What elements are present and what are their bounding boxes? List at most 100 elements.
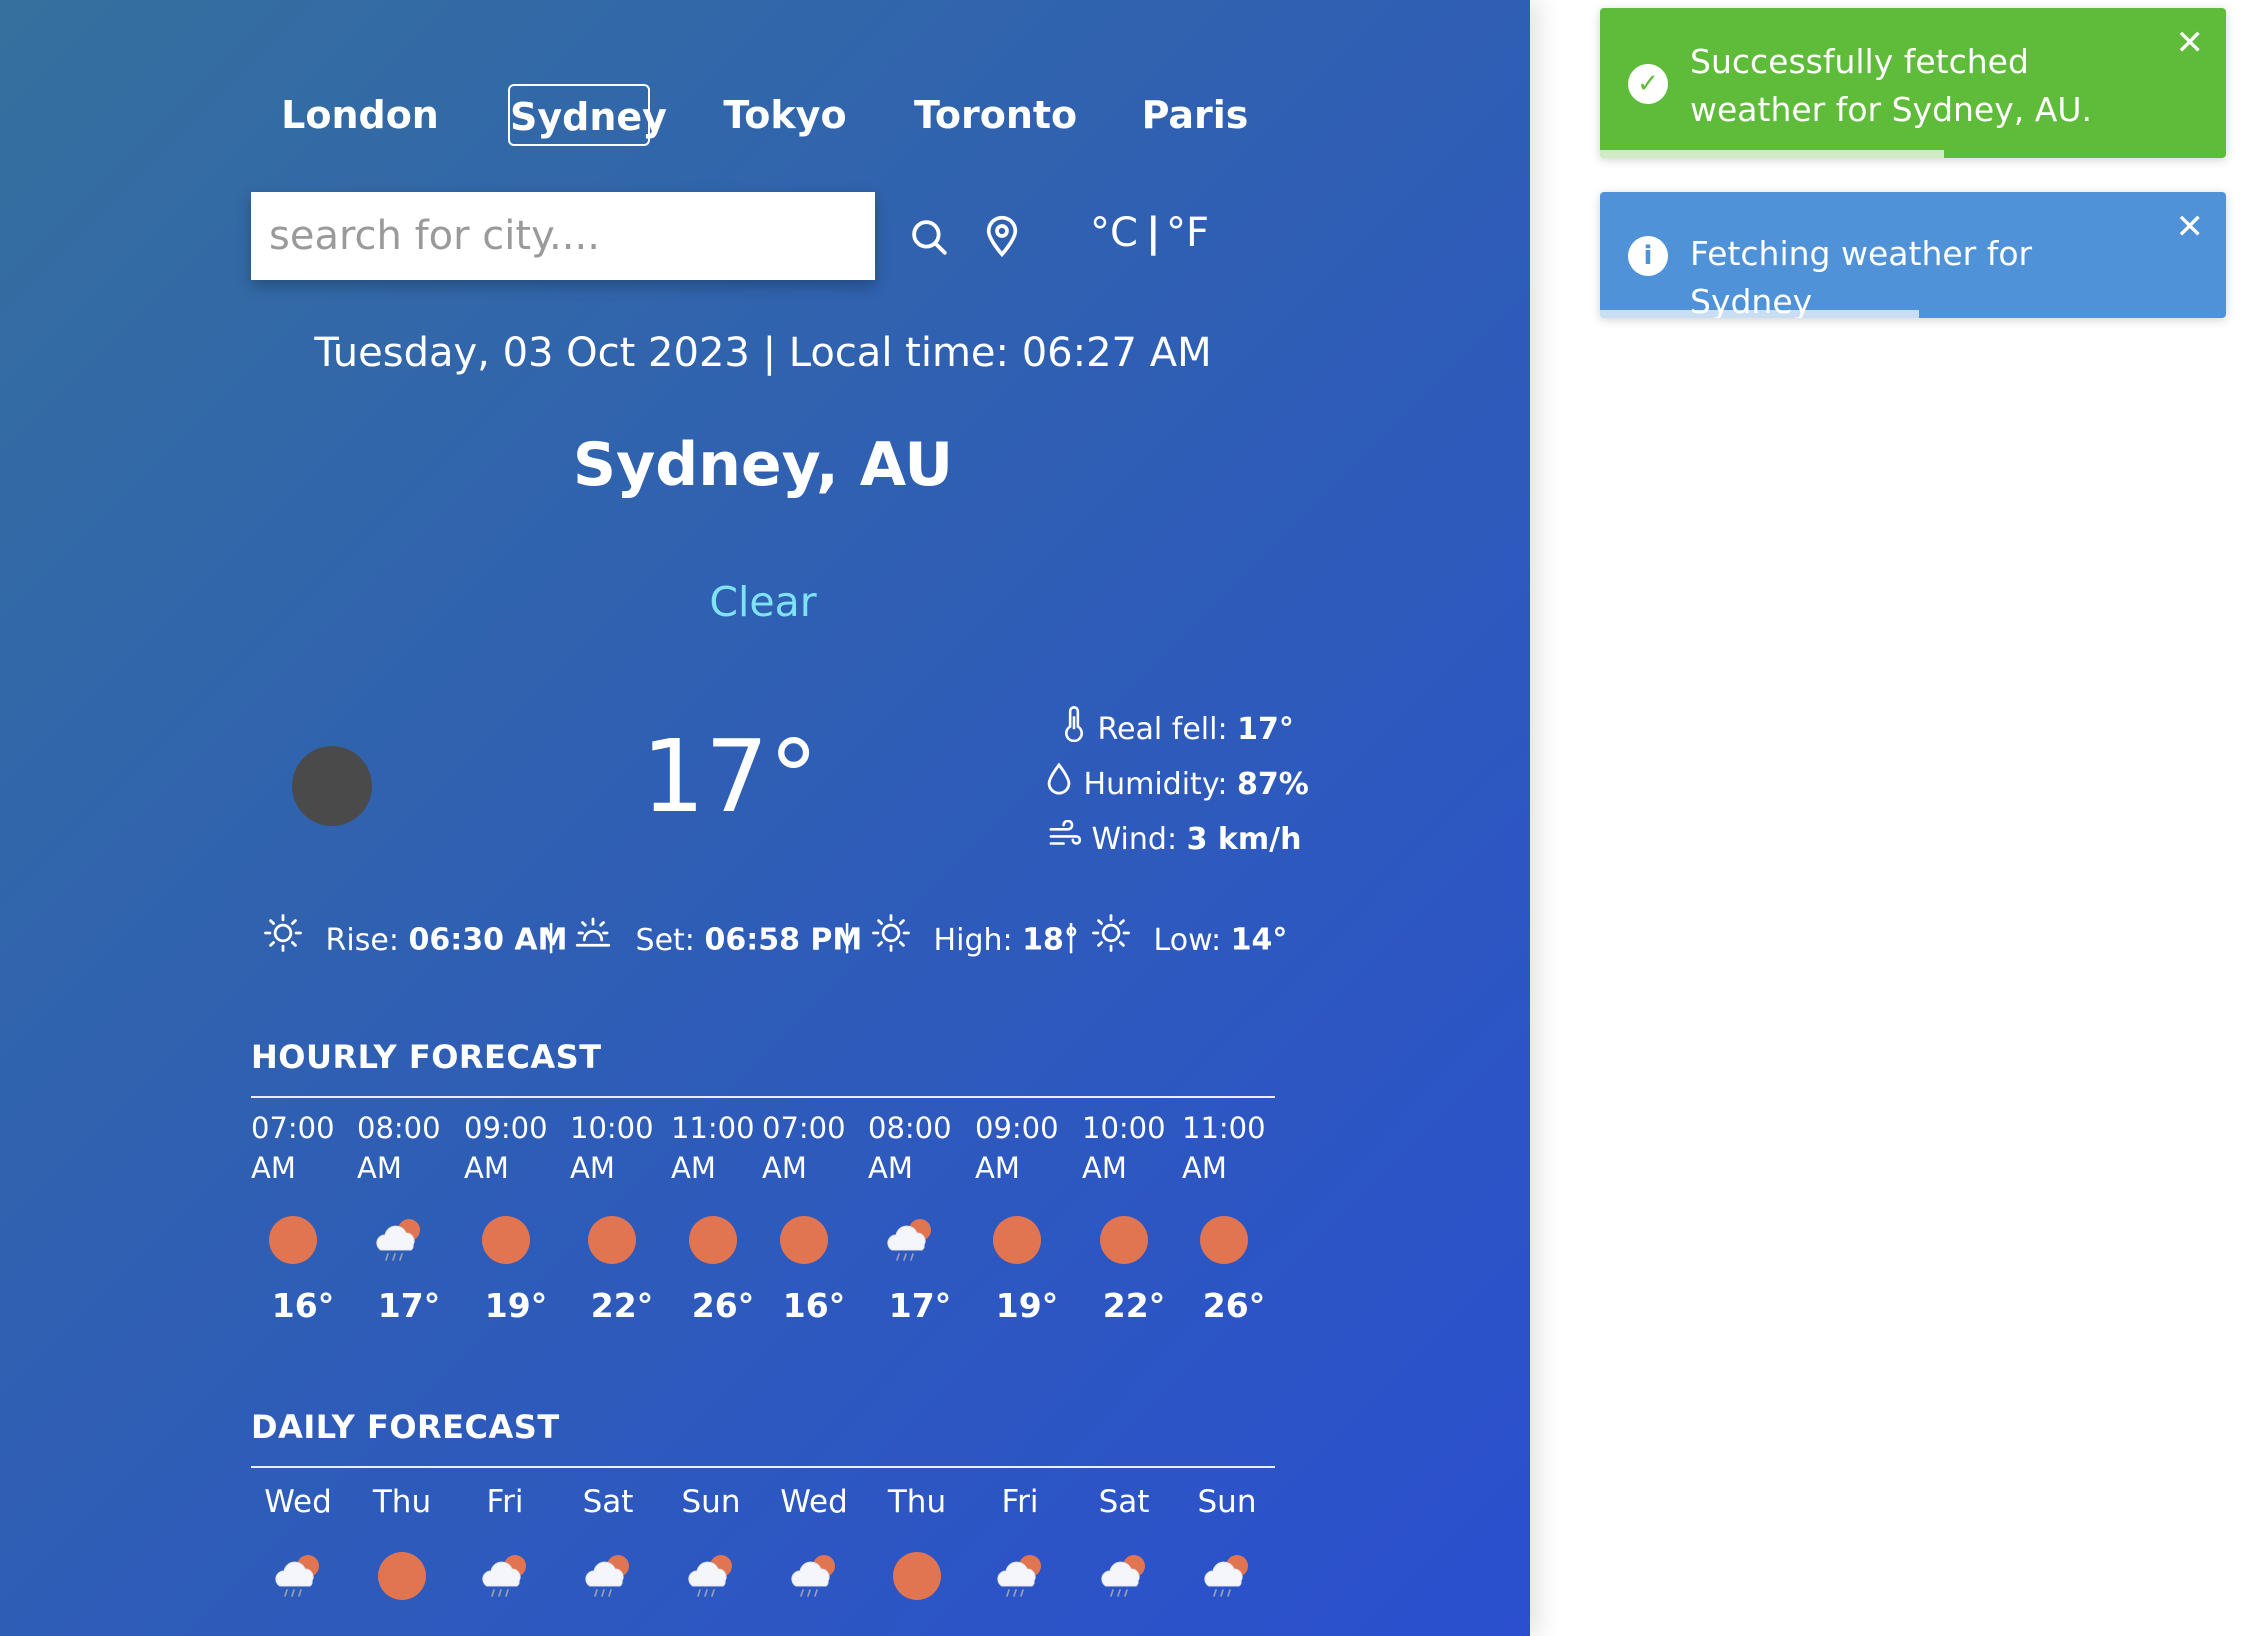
daily-forecast-item: Sun [663, 1484, 759, 1606]
hourly-forecast-title: HOURLY FORECAST [251, 1038, 602, 1076]
hourly-forecast-item: 09:00 AM 19° [464, 1108, 560, 1325]
city-link-tokyo[interactable]: Tokyo [722, 84, 848, 146]
cloud-rain-sun-icon [990, 1546, 1050, 1606]
sun-separator: | [842, 919, 853, 954]
current-weather-icon [292, 746, 372, 826]
hour-ampm: AM [868, 1151, 913, 1185]
humidity-value: 87% [1237, 767, 1309, 802]
sun-icon [1094, 1210, 1154, 1270]
toast-message: Successfully fetched weather for Sydney,… [1690, 42, 2092, 129]
hour-temp: 19° [995, 1286, 1059, 1325]
hour-time: 07:00 [251, 1111, 335, 1145]
sun-icon [263, 1210, 323, 1270]
location-title: Sydney, AU [572, 430, 954, 500]
day-label: Sun [1197, 1484, 1257, 1520]
close-icon[interactable]: ✕ [2176, 210, 2205, 244]
daily-forecast-item: Wed [250, 1484, 346, 1606]
sun-icon [372, 1546, 432, 1606]
city-link-paris[interactable]: Paris [1140, 84, 1250, 146]
cloud-rain-sun-icon [1197, 1546, 1257, 1606]
cloud-rain-sun-icon [369, 1210, 429, 1270]
low-item: Low: 14° [1090, 912, 1287, 962]
search-input[interactable] [251, 192, 875, 280]
sun-icon [887, 1546, 947, 1606]
weather-app: London Sydney Tokyo Toronto Paris °C | °… [0, 0, 1530, 1636]
info-circle-icon: i [1628, 236, 1668, 276]
day-label: Sat [582, 1484, 634, 1520]
hour-ampm: AM [671, 1151, 716, 1185]
city-link-sydney[interactable]: Sydney [508, 84, 667, 146]
sun-icon [774, 1210, 834, 1270]
check-circle-icon: ✓ [1628, 64, 1668, 104]
search-icon[interactable] [908, 216, 950, 258]
thermometer-icon [1060, 706, 1088, 755]
hour-label: 11:00 AM [1182, 1108, 1278, 1188]
hour-time: 08:00 [868, 1111, 952, 1145]
high-item: High: 18° [870, 912, 1079, 962]
hourly-divider [251, 1096, 1275, 1098]
hourly-forecast-item: 11:00 AM 26° [671, 1108, 767, 1325]
hour-time: 10:00 [570, 1111, 654, 1145]
day-label: Fri [486, 1484, 524, 1520]
day-label: Fri [1001, 1484, 1039, 1520]
sun-separator: | [546, 919, 557, 954]
cloud-rain-sun-icon [268, 1546, 328, 1606]
city-link-toronto[interactable]: Toronto [914, 84, 1077, 146]
weather-condition: Clear [709, 578, 817, 626]
hour-temp: 17° [888, 1286, 952, 1325]
city-link-london[interactable]: London [280, 84, 440, 146]
low-value: 14° [1230, 922, 1288, 958]
hour-ampm: AM [975, 1151, 1020, 1185]
hour-temp: 26° [1202, 1286, 1266, 1325]
sun-icon [987, 1210, 1047, 1270]
sun-icon [1090, 912, 1132, 970]
high-label: High: [933, 922, 1023, 958]
sunset-item: Set: 06:58 PM [572, 912, 862, 962]
location-pin-icon[interactable] [982, 214, 1022, 258]
cloud-rain-sun-icon [880, 1210, 940, 1270]
hour-ampm: AM [1182, 1151, 1227, 1185]
sunset-label: Set: [635, 922, 705, 958]
hourly-forecast-item: 08:00 AM 17° [868, 1108, 964, 1325]
wind-icon [1048, 819, 1082, 863]
wind-value: 3 km/h [1186, 822, 1302, 857]
cloud-rain-sun-icon [475, 1546, 535, 1606]
cloud-rain-sun-icon [1094, 1546, 1154, 1606]
sunrise-item: Rise: 06:30 AM [262, 912, 567, 962]
toast-success: ✓ Successfully fetched weather for Sydney… [1600, 8, 2226, 158]
close-icon[interactable]: ✕ [2176, 26, 2205, 60]
daily-forecast-item: Thu [354, 1484, 450, 1606]
hour-label: 09:00 AM [975, 1108, 1071, 1188]
wind-label: Wind: [1091, 822, 1187, 857]
day-label: Wed [780, 1484, 848, 1520]
daily-forecast-title: DAILY FORECAST [251, 1408, 560, 1446]
hour-temp: 16° [271, 1286, 335, 1325]
droplet-icon [1044, 762, 1074, 809]
hour-ampm: AM [357, 1151, 402, 1185]
hour-temp: 16° [782, 1286, 846, 1325]
hour-temp: 22° [1102, 1286, 1166, 1325]
hour-temp: 26° [691, 1286, 755, 1325]
hour-time: 07:00 [762, 1111, 846, 1145]
hourly-forecast-item: 07:00 AM 16° [762, 1108, 858, 1325]
hourly-forecast-item: 07:00 AM 16° [251, 1108, 347, 1325]
unit-separator: | [1146, 210, 1161, 256]
sun-icon [582, 1210, 642, 1270]
toast-info: i Fetching weather for Sydney ✕ [1600, 192, 2226, 318]
cloud-rain-sun-icon [681, 1546, 741, 1606]
real-feel-value: 17° [1237, 712, 1294, 747]
celsius-toggle[interactable]: °C [1090, 210, 1138, 256]
sun-icon [870, 912, 912, 970]
cloud-rain-sun-icon [578, 1546, 638, 1606]
hour-label: 08:00 AM [868, 1108, 964, 1188]
hour-time: 11:00 [671, 1111, 755, 1145]
hour-label: 11:00 AM [671, 1108, 767, 1188]
hour-ampm: AM [570, 1151, 615, 1185]
humidity-row: Humidity: 87% [1044, 762, 1309, 806]
sunrise-icon [262, 912, 304, 970]
hour-ampm: AM [251, 1151, 296, 1185]
hourly-forecast-item: 08:00 AM 17° [357, 1108, 453, 1325]
current-temperature: 17° [641, 718, 819, 835]
fahrenheit-toggle[interactable]: °F [1166, 210, 1209, 256]
real-feel-row: Real fell: 17° [1060, 706, 1294, 750]
